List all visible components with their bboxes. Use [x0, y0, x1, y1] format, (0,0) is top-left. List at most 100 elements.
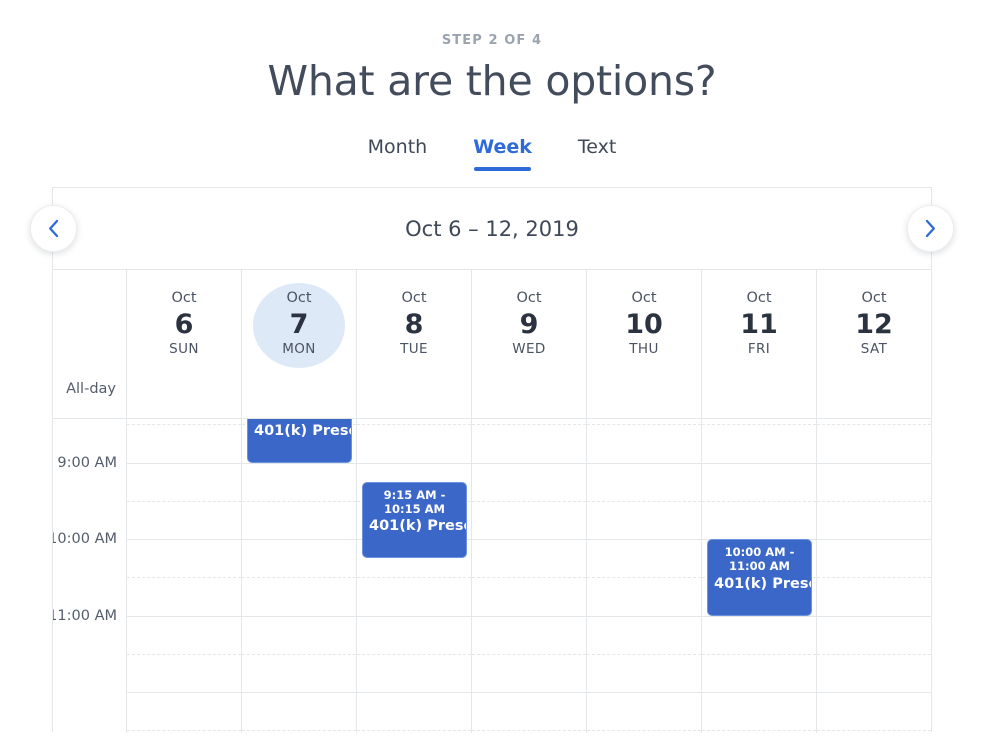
grid-line — [587, 692, 701, 693]
grid-line — [587, 653, 701, 655]
previous-week-button[interactable] — [30, 205, 77, 252]
day-header-fri[interactable]: Oct 11 FRI — [701, 270, 816, 418]
event-time: 8:00 AM - 9:00 AM — [254, 419, 345, 421]
grid-line — [357, 577, 471, 579]
tab-month[interactable]: Month — [368, 136, 428, 171]
day-month: Oct — [286, 290, 312, 306]
grid-line — [127, 424, 241, 426]
event-title: 401(k) Presentation — [254, 422, 351, 439]
grid-line — [472, 424, 586, 426]
day-header-thu[interactable]: Oct 10 THU — [586, 270, 701, 418]
grid-line — [472, 615, 586, 617]
grid-line — [702, 500, 816, 502]
grid-line — [587, 424, 701, 426]
grid-line — [357, 730, 471, 732]
grid-line — [817, 500, 931, 502]
time-column-tue[interactable]: 9:15 AM - 10:15 AM 401(k) Presentation — [356, 419, 471, 733]
day-header-sat[interactable]: Oct 12 SAT — [816, 270, 931, 418]
grid-line — [817, 577, 931, 579]
calendar-event[interactable]: 9:15 AM - 10:15 AM 401(k) Presentation — [362, 481, 467, 559]
event-time: 9:15 AM - 10:15 AM — [383, 487, 446, 516]
time-column-wed[interactable] — [471, 419, 586, 733]
grid-line — [242, 730, 356, 732]
grid-line — [127, 577, 241, 579]
grid-line — [587, 577, 701, 579]
calendar-event[interactable]: 10:00 AM - 11:00 AM401(k) Presentation — [707, 539, 812, 616]
grid-line — [472, 653, 586, 655]
grid-line — [587, 500, 701, 502]
tab-text[interactable]: Text — [578, 136, 616, 171]
grid-line — [242, 462, 356, 464]
chevron-left-icon — [47, 219, 60, 238]
date-range-label: Oct 6 – 12, 2019 — [405, 216, 579, 241]
time-grid: 8:00 AM9:00 AM10:00 AM11:00 AM 8:00 AM -… — [53, 419, 931, 733]
grid-line — [587, 539, 701, 540]
grid-line — [472, 500, 586, 502]
day-month: Oct — [401, 290, 427, 306]
day-pill: Oct 8 TUE — [368, 283, 460, 368]
day-pill: Oct 12 SAT — [828, 283, 920, 368]
day-header-mon[interactable]: Oct 7 MON — [241, 270, 356, 418]
time-column-fri[interactable]: 10:00 AM - 11:00 AM401(k) Presentation — [701, 419, 816, 733]
view-tabs: Month Week Text — [0, 136, 984, 171]
calendar-toolbar: Oct 6 – 12, 2019 — [53, 188, 931, 270]
grid-line — [242, 615, 356, 617]
grid-line — [702, 615, 816, 617]
grid-line — [127, 500, 241, 502]
next-week-button[interactable] — [907, 205, 954, 252]
time-label: 11:00 AM — [53, 607, 117, 624]
event-time: 10:00 AM - 11:00 AM — [724, 545, 795, 574]
day-header-row: All-day Oct 6 SUN Oct 7 MON Oct 8 TUE Oct 9 WED Oct 1… — [53, 270, 931, 419]
day-pill: Oct 11 FRI — [713, 283, 805, 368]
grid-line — [127, 539, 241, 540]
grid-line — [242, 653, 356, 655]
day-number: 10 — [625, 308, 663, 340]
calendar-event[interactable]: 8:00 AM - 9:00 AM401(k) Presentation — [247, 419, 352, 463]
day-pill: Oct 10 THU — [598, 283, 690, 368]
day-header-wed[interactable]: Oct 9 WED — [471, 270, 586, 418]
event-title: 401(k) Presentation — [714, 575, 811, 592]
page-title: What are the options? — [267, 57, 717, 105]
grid-line — [702, 730, 816, 732]
grid-line — [127, 615, 241, 617]
grid-line — [702, 462, 816, 464]
day-weekday: MON — [282, 341, 316, 358]
time-column-sat[interactable] — [816, 419, 931, 733]
day-pill: Oct 7 MON — [253, 283, 345, 368]
grid-line — [587, 462, 701, 464]
grid-line — [127, 730, 241, 732]
grid-line — [472, 539, 586, 540]
time-label: 10:00 AM — [53, 531, 117, 547]
tab-week[interactable]: Week — [473, 136, 532, 171]
grid-line — [472, 577, 586, 579]
grid-line — [357, 692, 471, 693]
page-header: STEP 2 OF 4 What are the options? — [0, 0, 984, 105]
time-column-mon[interactable]: 8:00 AM - 9:00 AM401(k) Presentation — [241, 419, 356, 733]
day-month: Oct — [861, 290, 887, 306]
day-weekday: TUE — [400, 341, 428, 358]
time-column-sun[interactable] — [126, 419, 241, 733]
day-number: 11 — [740, 308, 778, 340]
day-number: 6 — [174, 308, 194, 340]
day-number: 9 — [519, 308, 539, 340]
day-weekday: WED — [512, 341, 546, 358]
allday-label: All-day — [66, 381, 116, 397]
time-label: 9:00 AM — [57, 454, 117, 471]
allday-gutter: All-day — [53, 270, 126, 418]
grid-line — [242, 577, 356, 579]
day-number: 12 — [855, 308, 893, 340]
grid-line — [357, 424, 471, 426]
grid-line — [817, 653, 931, 655]
grid-line — [817, 462, 931, 464]
grid-line — [702, 653, 816, 655]
day-month: Oct — [516, 290, 542, 306]
grid-line — [587, 730, 701, 732]
day-header-sun[interactable]: Oct 6 SUN — [126, 270, 241, 418]
grid-line — [127, 692, 241, 693]
time-column-thu[interactable] — [586, 419, 701, 733]
grid-line — [242, 539, 356, 540]
day-number: 8 — [404, 308, 424, 340]
day-header-tue[interactable]: Oct 8 TUE — [356, 270, 471, 418]
grid-line — [702, 692, 816, 693]
event-title: 401(k) Presentation — [369, 518, 466, 535]
